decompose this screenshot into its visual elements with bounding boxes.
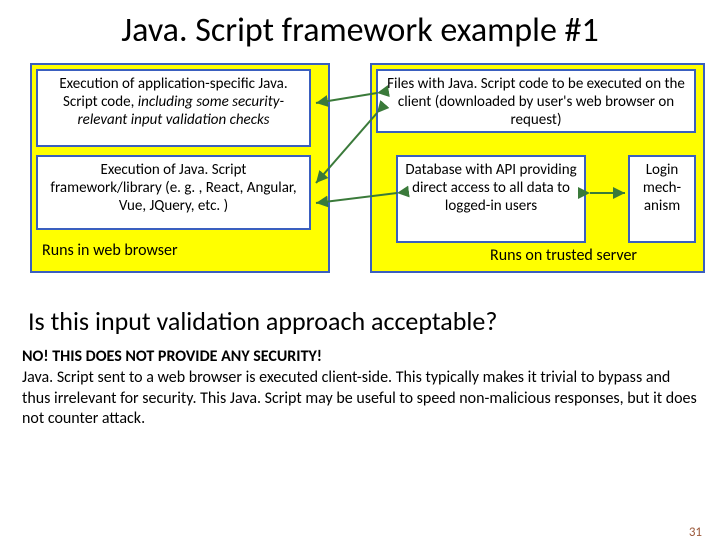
answer-text: NO! THIS DOES NOT PROVIDE ANY SECURITY! … [22,347,698,430]
answer-bold: NO! THIS DOES NOT PROVIDE ANY SECURITY! [22,347,322,366]
box-login-mechanism: Login mech-anism [628,155,696,243]
box-app-exec: Execution of application-specific Java. … [36,69,311,147]
answer-body: Java. Script sent to a web browser is ex… [22,368,697,429]
box-files-js: Files with Java. Script code to be execu… [376,69,696,133]
label-runs-in-browser: Runs in web browser [42,241,178,260]
diagram-area: Execution of application-specific Java. … [20,63,700,283]
page-number: 31 [689,525,702,540]
box-database-api: Database with API providing direct acces… [396,155,586,243]
question-text: Is this input validation approach accept… [28,305,700,337]
slide-title: Java. Script framework example #1 [0,10,720,51]
label-runs-on-server: Runs on trusted server [490,246,637,265]
box-framework-exec: Execution of Java. Script framework/libr… [36,155,311,230]
